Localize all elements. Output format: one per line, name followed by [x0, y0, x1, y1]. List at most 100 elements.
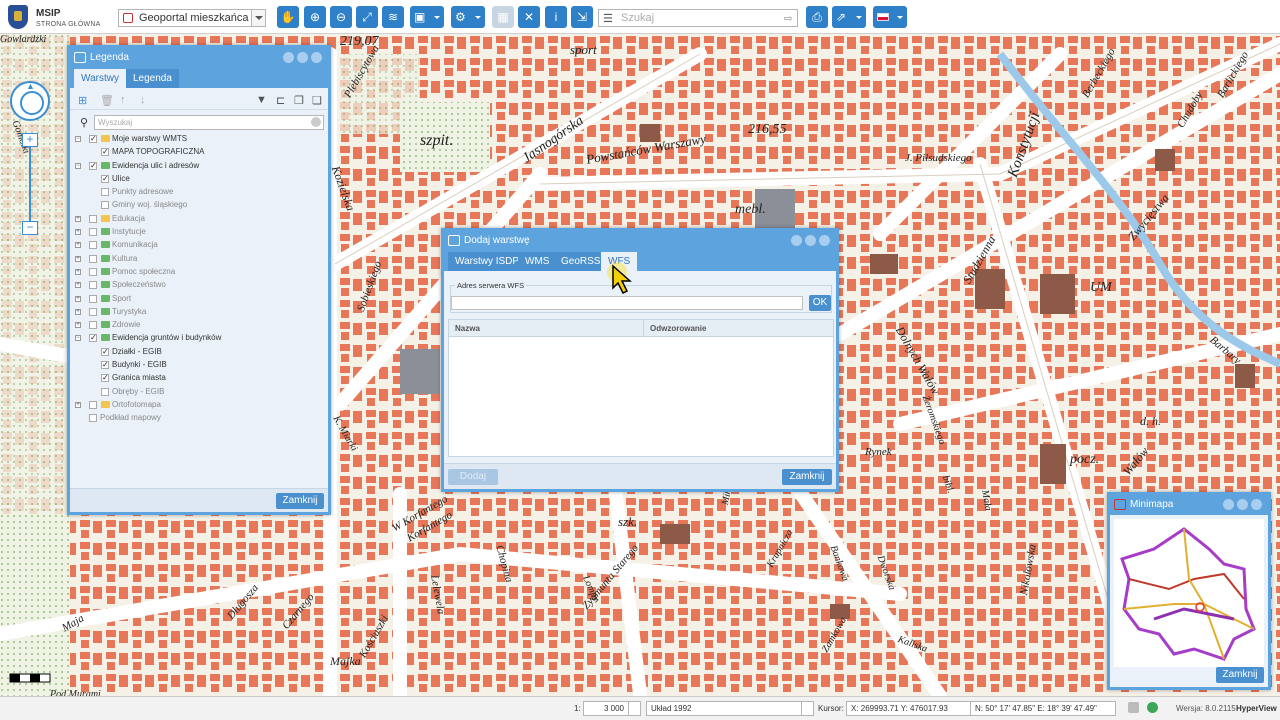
- help-icon[interactable]: [805, 235, 816, 246]
- expand-toggle-icon[interactable]: +: [75, 401, 81, 408]
- zoom-out-small-button[interactable]: −: [22, 221, 38, 235]
- tab-warstwy[interactable]: Warstwy: [74, 69, 126, 88]
- info-button[interactable]: i: [545, 6, 567, 28]
- layer-checkbox[interactable]: ✓: [89, 161, 97, 170]
- layer-checkbox[interactable]: ✓: [101, 361, 109, 370]
- layer-checkbox[interactable]: [89, 241, 97, 250]
- chevron-up-icon[interactable]: ▲: [26, 81, 35, 91]
- tree-item[interactable]: Podkład mapowy: [70, 411, 328, 424]
- language-button[interactable]: [873, 6, 907, 28]
- close-icon[interactable]: [311, 52, 322, 63]
- layer-checkbox[interactable]: [101, 201, 109, 210]
- column-odwzorowanie[interactable]: Odwzorowanie: [643, 320, 706, 337]
- tree-item[interactable]: + Ortofotomapa: [70, 398, 328, 411]
- scale-select[interactable]: 3 000: [583, 701, 641, 716]
- select-button[interactable]: ⇲: [571, 6, 593, 28]
- tree-item[interactable]: ✓ MAPA TOPOGRAFICZNA: [70, 145, 328, 158]
- collapse-toggle-icon[interactable]: −: [75, 136, 81, 142]
- tree-item[interactable]: + Społeczeństwo: [70, 278, 328, 291]
- minimize-icon[interactable]: [791, 235, 802, 246]
- help-icon[interactable]: [1237, 499, 1248, 510]
- measure-button[interactable]: ✕: [518, 6, 540, 28]
- layer-checkbox[interactable]: [89, 400, 97, 409]
- expand-toggle-icon[interactable]: +: [75, 229, 81, 236]
- tree-item[interactable]: + Zdrowie: [70, 318, 328, 331]
- zoom-in-small-button[interactable]: +: [22, 133, 38, 147]
- pan-hand-button[interactable]: ✋: [277, 6, 299, 28]
- layers-button[interactable]: ≋: [382, 6, 404, 28]
- tree-item[interactable]: − ✓ Moje warstwy WMTS: [70, 132, 328, 145]
- expand-toggle-icon[interactable]: +: [75, 295, 81, 302]
- trash-icon[interactable]: 🗑: [100, 94, 114, 107]
- grid-button[interactable]: ▦: [492, 6, 514, 28]
- layer-checkbox[interactable]: ✓: [101, 374, 109, 383]
- tab-legenda[interactable]: Legenda: [126, 69, 179, 88]
- legend-header[interactable]: Legenda: [70, 48, 328, 68]
- legend-search-input[interactable]: Wyszukaj: [94, 115, 324, 130]
- copy-icon[interactable]: ❐: [294, 94, 304, 107]
- dialog-close-button[interactable]: Zamknij: [782, 469, 832, 485]
- layer-checkbox[interactable]: [89, 254, 97, 263]
- tree-item[interactable]: + Instytucje: [70, 225, 328, 238]
- zoom-in-button[interactable]: ⊕: [304, 6, 326, 28]
- tab-wms[interactable]: WMS: [518, 252, 557, 271]
- app-brand[interactable]: MSIP STRONA GŁÓWNA: [36, 8, 100, 30]
- search-box[interactable]: ☰ Szukaj ⇨: [598, 9, 798, 27]
- keyboard-icon[interactable]: [1128, 702, 1139, 713]
- pan-control[interactable]: ▲: [10, 81, 50, 121]
- minimap-close-button[interactable]: Zamknij: [1216, 667, 1264, 683]
- legend-close-button[interactable]: Zamknij: [276, 493, 324, 509]
- collapse-toggle-icon[interactable]: −: [75, 335, 81, 342]
- layer-checkbox[interactable]: [89, 414, 97, 423]
- tools-button[interactable]: ⚙: [451, 6, 485, 28]
- tree-item[interactable]: + Kultura: [70, 252, 328, 265]
- print-button[interactable]: ⎙: [806, 6, 828, 28]
- minimize-icon[interactable]: [283, 52, 294, 63]
- expand-toggle-icon[interactable]: +: [75, 322, 81, 329]
- close-icon[interactable]: [1251, 499, 1262, 510]
- tree-item[interactable]: + Komunikacja: [70, 238, 328, 251]
- tree-item[interactable]: + Sport: [70, 292, 328, 305]
- tree-item[interactable]: + Turystyka: [70, 305, 328, 318]
- expand-toggle-icon[interactable]: +: [75, 242, 81, 249]
- tree-item[interactable]: Obręby - EGIB: [70, 385, 328, 398]
- tree-item[interactable]: Punkty adresowe: [70, 185, 328, 198]
- expand-toggle-icon[interactable]: +: [75, 282, 81, 289]
- share-button[interactable]: ⇗: [832, 6, 866, 28]
- expand-icon[interactable]: ❏: [312, 94, 322, 107]
- tree-item[interactable]: ✓ Budynki - EGIB: [70, 358, 328, 371]
- ok-button[interactable]: OK: [809, 295, 831, 311]
- tab-warstwy-isdp[interactable]: Warstwy ISDP: [448, 252, 527, 271]
- tree-item[interactable]: Gminy woj. śląskiego: [70, 198, 328, 211]
- arrow-down-icon[interactable]: ↓: [140, 94, 146, 106]
- crs-select[interactable]: Układ 1992: [646, 701, 814, 716]
- tree-item[interactable]: ✓ Granica miasta: [70, 371, 328, 384]
- layer-checkbox[interactable]: [89, 267, 97, 276]
- tree-item[interactable]: − ✓ Ewidencja ulic i adresów: [70, 159, 328, 172]
- zoom-slider[interactable]: [29, 147, 31, 221]
- full-extent-button[interactable]: ⤢: [356, 6, 378, 28]
- expand-toggle-icon[interactable]: +: [75, 268, 81, 275]
- layer-checkbox[interactable]: ✓: [101, 148, 109, 157]
- close-icon[interactable]: [819, 235, 830, 246]
- tab-georss[interactable]: GeoRSS: [554, 252, 608, 271]
- tree-item[interactable]: + Edukacja: [70, 212, 328, 225]
- tree-item[interactable]: + Pomoc społeczna: [70, 265, 328, 278]
- help-icon[interactable]: [297, 52, 308, 63]
- tree-item[interactable]: ✓ Ulice: [70, 172, 328, 185]
- add-data-button[interactable]: ▣: [410, 6, 444, 28]
- layer-checkbox[interactable]: ✓: [101, 174, 109, 183]
- layer-checkbox[interactable]: ✓: [89, 135, 97, 143]
- expand-toggle-icon[interactable]: +: [75, 308, 81, 315]
- filter-icon[interactable]: ▼: [256, 94, 267, 106]
- collapse-icon[interactable]: ⊏: [276, 94, 285, 107]
- expand-toggle-icon[interactable]: +: [75, 215, 81, 222]
- tree-item[interactable]: ✓ Działki - EGIB: [70, 345, 328, 358]
- layer-checkbox[interactable]: [101, 387, 109, 396]
- search-go-icon[interactable]: ⇨: [784, 11, 793, 27]
- minimize-icon[interactable]: [1223, 499, 1234, 510]
- layer-checkbox[interactable]: [89, 214, 97, 223]
- layer-checkbox[interactable]: [101, 188, 109, 197]
- search-input[interactable]: Szukaj: [621, 12, 654, 24]
- clear-icon[interactable]: [311, 117, 321, 127]
